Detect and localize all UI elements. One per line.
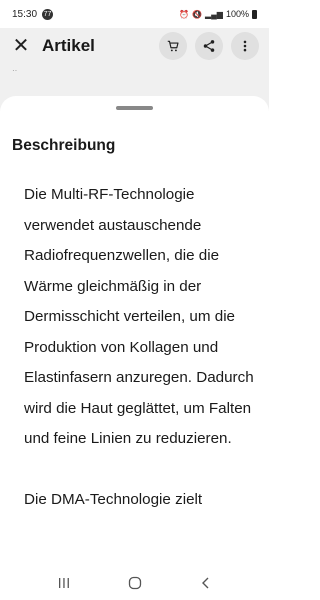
back-button[interactable] — [191, 573, 221, 593]
battery-icon — [252, 9, 257, 19]
status-bar: 15:30 77 ⏰ 🔇 ▂▄▆ 100% — [0, 0, 269, 28]
description-bottom-sheet: Beschreibung Die Multi-RF-Technologie ve… — [0, 96, 269, 566]
system-nav-bar — [0, 566, 269, 600]
battery-percent: 100% — [225, 9, 249, 19]
sheet-drag-handle[interactable] — [116, 106, 153, 110]
description-text: Die Multi-RF-Technologie verwendet austa… — [24, 180, 260, 516]
back-icon — [201, 577, 208, 589]
status-time: 15:30 — [12, 8, 38, 20]
description-paragraph: Die DMA-Technologie zielt — [24, 491, 203, 508]
home-button[interactable] — [120, 573, 150, 593]
mute-icon: 🔇 — [192, 9, 202, 19]
sheet-title: Beschreibung — [12, 137, 116, 154]
alarm-icon: ⏰ — [179, 9, 190, 19]
status-left: 15:30 77 — [12, 8, 54, 20]
description-paragraph: Die Multi-RF-Technologie verwendet austa… — [24, 186, 254, 447]
signal-icon: ▂▄▆ — [204, 9, 223, 19]
recents-button[interactable] — [49, 573, 79, 593]
status-right: ⏰ 🔇 ▂▄▆ 100% — [179, 9, 257, 19]
recents-icon — [58, 578, 69, 588]
home-icon — [128, 576, 141, 590]
notification-count-badge: 77 — [42, 8, 54, 20]
